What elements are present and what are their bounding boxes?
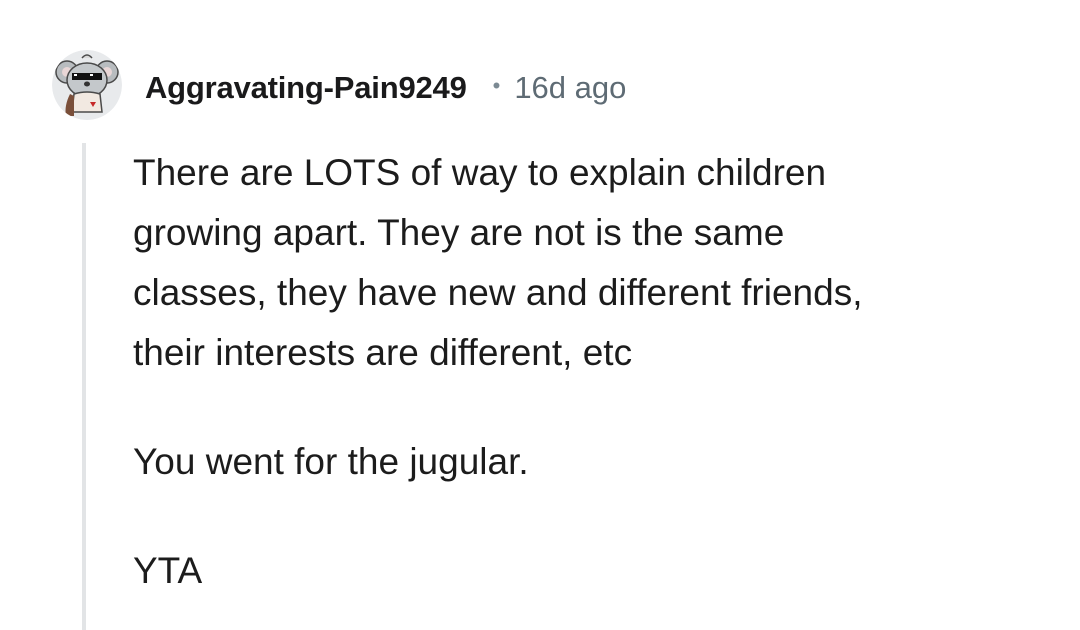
thread-collapse-line[interactable] (82, 143, 86, 630)
username-link[interactable]: Aggravating-Pain9249 (145, 70, 467, 106)
user-avatar[interactable] (52, 50, 122, 120)
koala-avatar-icon (52, 50, 122, 120)
comment-header: Aggravating-Pain9249 • 16d ago (145, 66, 626, 110)
separator-dot: • (492, 73, 501, 98)
comment-paragraph: YTA (133, 550, 203, 591)
comment-paragraph: There are LOTS of way to explain childre… (133, 152, 863, 373)
comment-paragraph: You went for the jugular. (133, 441, 529, 482)
comment: Aggravating-Pain9249 • 16d ago There are… (0, 0, 1080, 630)
timestamp: 16d ago (514, 70, 627, 105)
comment-body: There are LOTS of way to explain childre… (133, 143, 1033, 601)
